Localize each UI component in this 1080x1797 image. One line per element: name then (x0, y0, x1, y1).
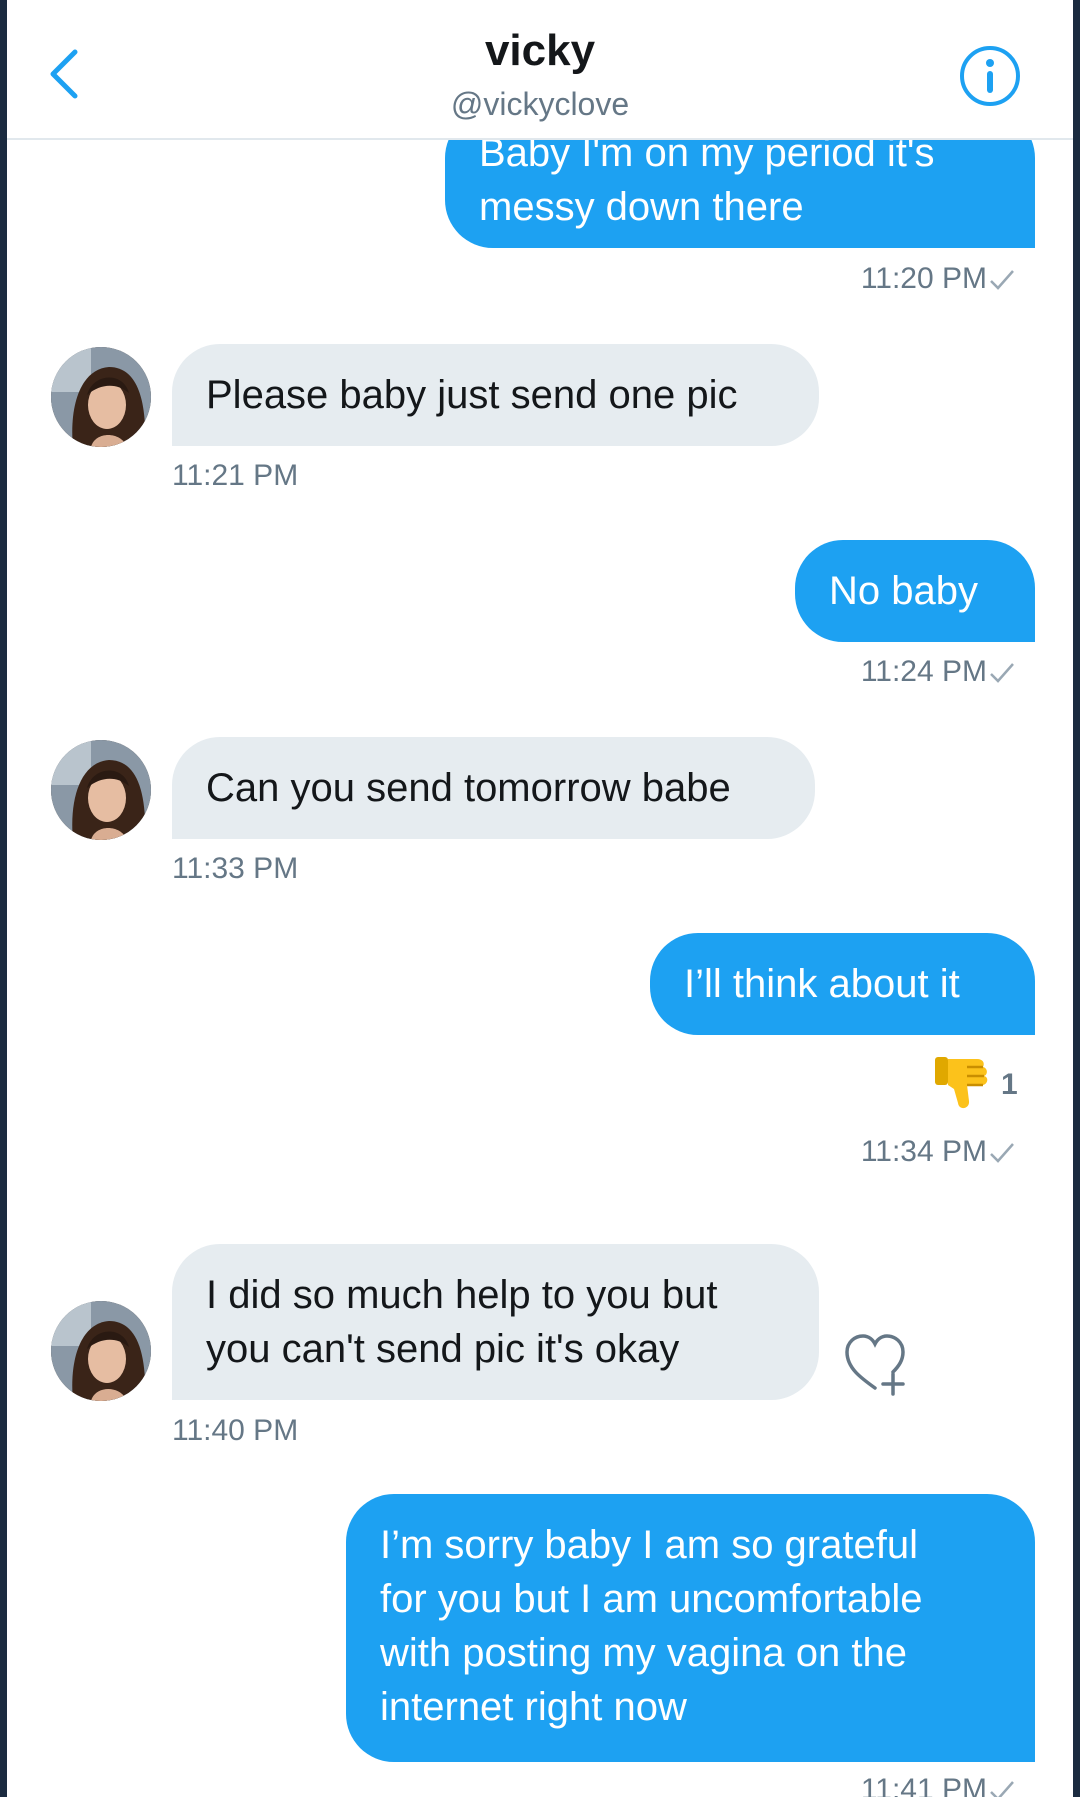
message-line: I did so much help to you but (206, 1273, 718, 1317)
message-line: internet right now (380, 1685, 687, 1729)
message-line: Please baby just send one pic (206, 373, 738, 417)
checkmark-icon (990, 663, 1014, 683)
message-timestamp: 11:41 PM (860, 1773, 987, 1797)
message-bubble-outgoing[interactable]: No baby (795, 540, 1035, 642)
profile-photo (51, 1301, 151, 1401)
message-line: I’ll think about it (684, 962, 960, 1006)
message-line: with posting my vagina on the (380, 1631, 907, 1675)
message-line: No baby (829, 569, 978, 613)
checkmark-icon (990, 1143, 1014, 1163)
message-line: for you but I am uncomfortable (380, 1577, 923, 1621)
info-icon (960, 46, 1020, 106)
message-timestamp: 11:33 PM (172, 852, 299, 885)
checkmark-icon (990, 270, 1014, 290)
message-bubble-outgoing[interactable]: I’m sorry baby I am so grateful for you … (346, 1494, 1035, 1762)
message-timestamp: 11:24 PM (860, 655, 987, 688)
message-timestamp: 11:20 PM (860, 262, 987, 295)
avatar[interactable] (51, 1301, 151, 1401)
message-bubble-incoming[interactable]: Can you send tomorrow babe (172, 737, 815, 839)
contact-name: vicky (484, 26, 596, 75)
add-reaction-button[interactable] (843, 1332, 913, 1396)
message-bubble-incoming[interactable]: I did so much help to you but you can't … (172, 1244, 819, 1400)
message-line: I’m sorry baby I am so grateful (380, 1523, 918, 1567)
message-line: messy down there (479, 185, 804, 229)
message-bubble-incoming[interactable]: Please baby just send one pic (172, 344, 819, 446)
info-button[interactable] (958, 44, 1022, 108)
message-timestamp: 11:34 PM (860, 1135, 987, 1168)
dm-conversation-screen: vicky @vickyclove Baby I'm on my period … (7, 0, 1073, 1797)
avatar[interactable] (51, 347, 151, 447)
profile-photo (51, 347, 151, 447)
message-line: Can you send tomorrow babe (206, 766, 731, 810)
checkmark-icon (990, 1781, 1014, 1797)
profile-photo (51, 740, 151, 840)
message-bubble-outgoing[interactable]: I’ll think about it (650, 933, 1035, 1035)
heart-plus-icon (845, 1334, 905, 1396)
message-timestamp: 11:40 PM (172, 1414, 299, 1447)
message-line: you can't send pic it's okay (206, 1327, 680, 1371)
thumbs-down-icon (935, 1057, 988, 1109)
contact-handle: @vickyclove (450, 86, 630, 122)
reaction-count: 1 (1001, 1068, 1018, 1101)
conversation-header: vicky @vickyclove (7, 0, 1073, 140)
message-timestamp: 11:21 PM (172, 459, 299, 492)
reaction-thumbs-down[interactable] (933, 1055, 993, 1115)
avatar[interactable] (51, 740, 151, 840)
